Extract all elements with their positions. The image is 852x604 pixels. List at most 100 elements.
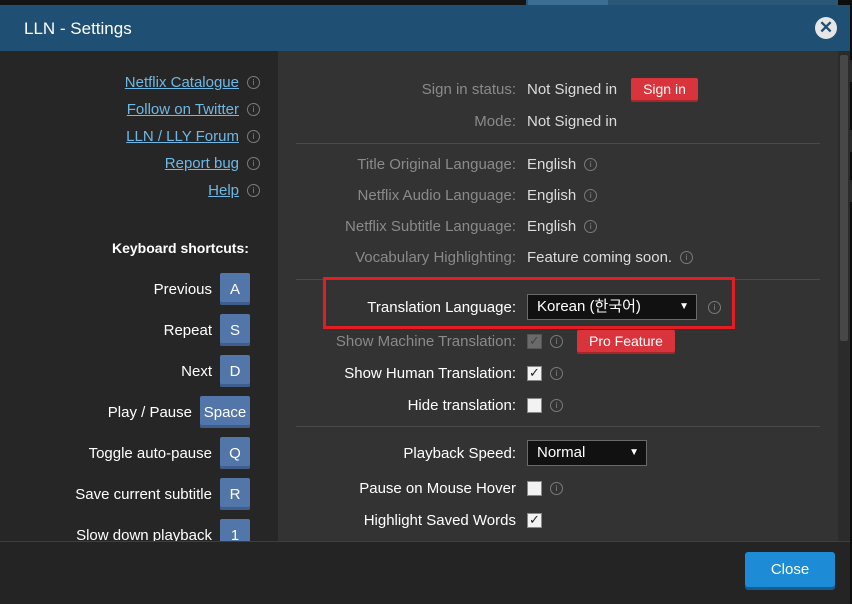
pause-hover-row: Pause on Mouse Hover i [278, 476, 838, 500]
sign-in-status-label: Sign in status: [421, 80, 516, 98]
title-language-label: Title Original Language: [357, 155, 516, 173]
shortcut-next: Next D [181, 355, 250, 387]
translation-language-label: Translation Language: [367, 298, 516, 316]
hide-translation-checkbox[interactable] [527, 397, 542, 413]
shortcut-key[interactable]: Space [200, 396, 250, 428]
pause-hover-checkbox[interactable] [527, 480, 542, 496]
shortcut-previous: Previous A [154, 273, 250, 305]
shortcut-save-subtitle: Save current subtitle R [75, 478, 250, 510]
audio-language-value: English [527, 186, 577, 204]
subtitle-language-value: English [527, 217, 577, 235]
info-icon[interactable]: i [584, 157, 598, 171]
highlight-saved-label: Highlight Saved Words [363, 511, 516, 529]
translation-language-value: Korean (한국어) [537, 298, 641, 315]
shortcut-key[interactable]: 1 [220, 519, 250, 541]
title-language-row: Title Original Language: English i [278, 152, 838, 176]
dropdown-arrow-icon: ▼ [629, 447, 639, 458]
dialog-titlebar: LLN - Settings ✕ [0, 5, 850, 51]
divider [296, 279, 820, 280]
sign-in-button[interactable]: Sign in [631, 78, 698, 100]
sign-in-status-row: Sign in status: Not Signed in Sign in [278, 77, 838, 101]
divider [296, 143, 820, 144]
playback-speed-label: Playback Speed: [403, 444, 516, 462]
playback-speed-select[interactable]: Normal ▼ [527, 440, 647, 466]
sidebar-link-row: LLN / LLY Forum i [126, 126, 260, 146]
scrollbar-thumb[interactable] [840, 55, 848, 341]
info-icon[interactable]: i [247, 156, 260, 170]
shortcut-key[interactable]: A [220, 273, 250, 305]
settings-panel: Sign in status: Not Signed in Sign in Mo… [278, 51, 838, 541]
info-icon[interactable]: i [550, 334, 563, 348]
info-icon[interactable]: i [584, 219, 598, 233]
shortcut-key[interactable]: Q [220, 437, 250, 469]
machine-translation-checkbox[interactable]: ✓ [527, 333, 542, 349]
shortcut-key[interactable]: R [220, 478, 250, 510]
close-icon[interactable]: ✕ [815, 17, 837, 39]
shortcut-label: Next [181, 362, 212, 380]
subtitle-language-row: Netflix Subtitle Language: English i [278, 214, 838, 238]
human-translation-label: Show Human Translation: [344, 364, 516, 382]
translation-language-select[interactable]: Korean (한국어) ▼ [527, 294, 697, 320]
mode-row: Mode: Not Signed in [278, 109, 838, 133]
shortcut-repeat: Repeat S [164, 314, 250, 346]
settings-dialog: LLN - Settings ✕ Netflix Catalogue i Fol… [0, 5, 850, 604]
sidebar-link-row: Report bug i [165, 153, 260, 173]
machine-translation-row: Show Machine Translation: ✓ i Pro Featur… [278, 329, 838, 353]
info-icon[interactable]: i [550, 481, 563, 495]
shortcut-key[interactable]: S [220, 314, 250, 346]
audio-language-row: Netflix Audio Language: English i [278, 183, 838, 207]
info-icon[interactable]: i [708, 300, 721, 314]
sidebar-link-row: Help i [208, 180, 260, 200]
mode-label: Mode: [474, 112, 516, 130]
shortcut-label: Slow down playback [76, 526, 212, 542]
playback-speed-row: Playback Speed: Normal ▼ [278, 439, 838, 467]
report-bug-link[interactable]: Report bug [165, 155, 239, 172]
forum-link[interactable]: LLN / LLY Forum [126, 128, 239, 145]
highlight-saved-row: Highlight Saved Words ✓ [278, 508, 838, 532]
sidebar-link-row: Follow on Twitter i [127, 99, 260, 119]
dialog-title: LLN - Settings [24, 19, 132, 38]
human-translation-row: Show Human Translation: ✓ i [278, 361, 838, 385]
sidebar-link-row: Netflix Catalogue i [125, 72, 260, 92]
highlight-saved-checkbox[interactable]: ✓ [527, 512, 542, 528]
shortcut-label: Save current subtitle [75, 485, 212, 503]
info-icon[interactable]: i [680, 250, 694, 264]
shortcut-label: Repeat [163, 321, 212, 339]
sidebar: Netflix Catalogue i Follow on Twitter i … [0, 51, 278, 541]
subtitle-language-label: Netflix Subtitle Language: [345, 217, 516, 235]
shortcut-label: Previous [153, 280, 212, 298]
title-language-value: English [527, 155, 577, 173]
pause-hover-label: Pause on Mouse Hover [359, 479, 516, 497]
translation-language-row: Translation Language: Korean (한국어) ▼ i [278, 293, 838, 321]
shortcut-slow-down: Slow down playback 1 [76, 519, 250, 541]
playback-speed-value: Normal [537, 444, 586, 461]
info-icon[interactable]: i [550, 398, 563, 412]
hide-translation-row: Hide translation: i [278, 393, 838, 417]
shortcut-key[interactable]: D [220, 355, 250, 387]
sign-in-status-value: Not Signed in [527, 80, 618, 98]
netflix-catalogue-link[interactable]: Netflix Catalogue [125, 74, 239, 91]
pro-feature-button[interactable]: Pro Feature [577, 330, 675, 352]
info-icon[interactable]: i [550, 366, 563, 380]
hide-translation-label: Hide translation: [407, 396, 516, 414]
info-icon[interactable]: i [247, 183, 260, 197]
dialog-footer: Close [0, 541, 850, 604]
info-icon[interactable]: i [247, 75, 260, 89]
human-translation-checkbox[interactable]: ✓ [527, 365, 542, 381]
info-icon[interactable]: i [584, 188, 598, 202]
keyboard-shortcuts-title: Keyboard shortcuts: [112, 240, 249, 256]
settings-scrollbar[interactable] [838, 51, 850, 541]
info-icon[interactable]: i [247, 102, 260, 116]
follow-twitter-link[interactable]: Follow on Twitter [127, 101, 239, 118]
mode-value: Not Signed in [527, 112, 618, 130]
audio-language-label: Netflix Audio Language: [357, 186, 516, 204]
shortcut-label: Toggle auto-pause [88, 444, 212, 462]
info-icon[interactable]: i [247, 129, 260, 143]
shortcut-label: Play / Pause [107, 403, 192, 421]
divider [296, 426, 820, 427]
machine-translation-label: Show Machine Translation: [335, 332, 516, 350]
shortcut-play-pause: Play / Pause Space [108, 396, 250, 428]
vocab-highlighting-row: Vocabulary Highlighting: Feature coming … [278, 245, 838, 269]
help-link[interactable]: Help [208, 182, 239, 199]
close-button[interactable]: Close [745, 552, 835, 587]
